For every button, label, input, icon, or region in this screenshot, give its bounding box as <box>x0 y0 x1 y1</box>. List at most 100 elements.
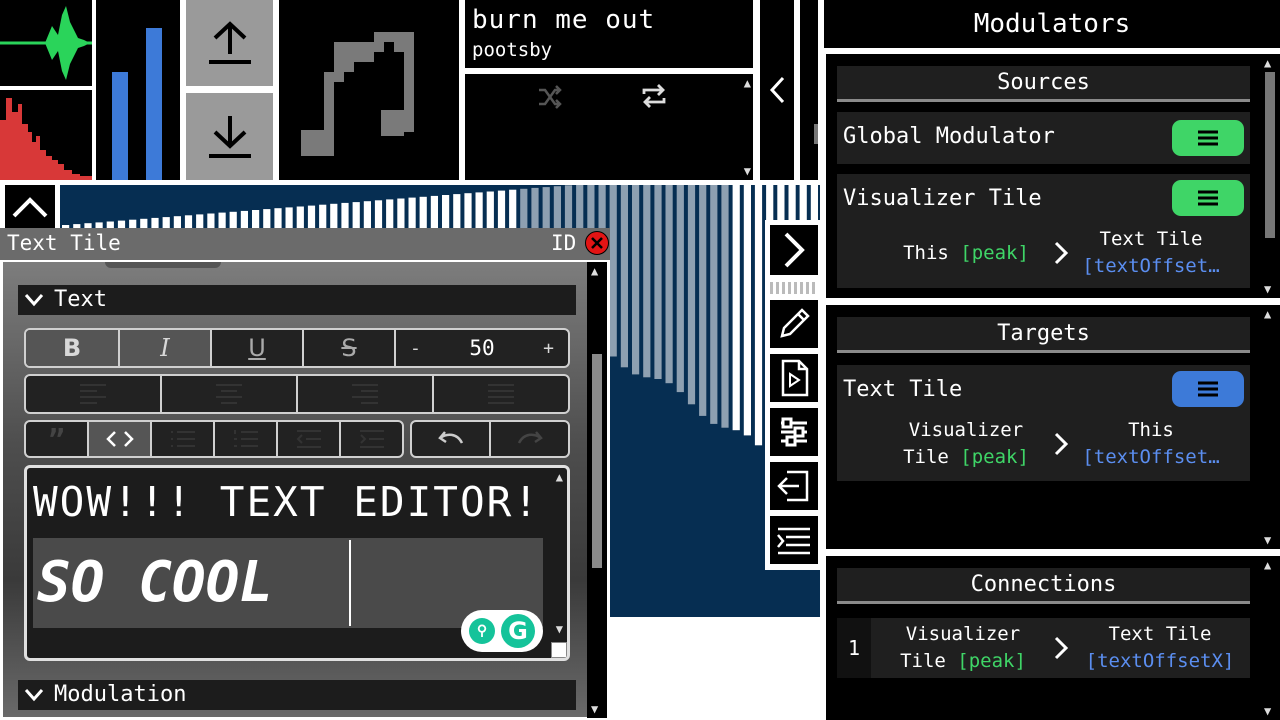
pencil-icon <box>780 308 810 338</box>
targets-section: Targets Text Tile Visualizer Tile [peak]… <box>826 305 1280 549</box>
chevron-up-icon <box>12 197 48 218</box>
indent-button[interactable] <box>341 422 402 456</box>
editor-line-1: WOW!!! TEXT EDITOR! <box>33 478 540 526</box>
align-justify-icon <box>488 384 514 404</box>
layers-button[interactable] <box>770 516 818 564</box>
connection-row[interactable]: 1 Visualizer Tile [peak] Text Tile [text… <box>837 618 1250 678</box>
align-right-icon <box>352 384 378 404</box>
connection-target: Text Tile [textOffsetX] <box>1085 623 1235 672</box>
scroll-up-button[interactable] <box>5 185 55 229</box>
block-toolbar: ” <box>24 420 404 458</box>
connections-header: Connections <box>837 568 1250 604</box>
export-button[interactable] <box>770 462 818 510</box>
rich-text-editor[interactable]: WOW!!! TEXT EDITOR! SO COOL ▲ ▼ ⚲ G <box>24 465 570 661</box>
bulb-icon: ⚲ <box>469 618 495 644</box>
code-button[interactable] <box>89 422 152 456</box>
connections-scrollbar[interactable]: ▲ ▼ <box>1260 556 1280 720</box>
visualizer-bar <box>609 185 617 357</box>
font-size-increase[interactable]: + <box>543 338 554 359</box>
align-left-button[interactable] <box>26 376 162 412</box>
visualizer-bar <box>732 185 740 431</box>
text-tile-title: Text Tile <box>7 231 121 255</box>
repeat-icon[interactable] <box>640 82 668 110</box>
level-meter-tile[interactable] <box>96 0 180 180</box>
grammarly-widget[interactable]: ⚲ G <box>461 610 543 652</box>
visualizer-bar <box>665 185 673 384</box>
sources-section: Sources Global Modulator Visualizer Tile… <box>826 54 1280 298</box>
now-playing-tile: burn me out pootsby <box>465 0 753 68</box>
visualizer-bar <box>699 185 707 416</box>
text-tile-content: Text B I U S - 50 + ” WOW!!! TEXT EDITOR… <box>3 262 585 720</box>
chevron-right-icon <box>784 232 805 268</box>
outdent-button[interactable] <box>278 422 341 456</box>
quote-button[interactable]: ” <box>26 422 89 456</box>
modulation-section-label: Modulation <box>54 682 187 707</box>
undo-button[interactable] <box>412 422 491 456</box>
shuffle-icon[interactable] <box>537 84 563 110</box>
font-size-decrease[interactable]: - <box>410 338 421 359</box>
ordered-list-button[interactable] <box>215 422 278 456</box>
visualizer-bar <box>654 185 662 379</box>
modulators-button[interactable] <box>770 408 818 456</box>
song-artist: pootsby <box>472 39 553 61</box>
arrow-right-icon <box>1054 432 1069 456</box>
close-button[interactable] <box>585 231 609 255</box>
align-left-icon <box>80 384 106 404</box>
format-toolbar: B I U S - 50 + <box>24 328 570 368</box>
target-name: Text Tile <box>843 377 963 402</box>
align-right-button[interactable] <box>298 376 434 412</box>
waveform-tile[interactable] <box>0 0 92 86</box>
text-tile-scrollbar[interactable]: ▲ ▼ <box>587 262 607 718</box>
menu-icon <box>1198 130 1218 146</box>
connections-section: Connections 1 Visualizer Tile [peak] Tex… <box>826 556 1280 720</box>
upload-button[interactable] <box>186 0 273 86</box>
redo-icon <box>517 431 543 444</box>
collapse-panel-button[interactable] <box>760 0 794 180</box>
text-section-label: Text <box>54 287 107 312</box>
align-center-button[interactable] <box>162 376 298 412</box>
chevron-down-icon <box>24 689 44 702</box>
history-toolbar <box>410 420 570 458</box>
targets-scrollbar[interactable]: ▲ ▼ <box>1260 305 1280 549</box>
underline-button[interactable]: U <box>212 330 304 366</box>
album-art-tile[interactable] <box>279 0 459 180</box>
play-file-button[interactable] <box>770 354 818 402</box>
edit-button[interactable] <box>770 300 818 348</box>
bullet-list-button[interactable] <box>152 422 215 456</box>
font-size-stepper[interactable]: - 50 + <box>396 330 568 366</box>
connection-index: 1 <box>837 618 871 678</box>
menu-icon <box>1198 381 1218 397</box>
bold-button[interactable]: B <box>26 330 120 366</box>
spectrum-tile[interactable] <box>0 90 92 180</box>
redo-button[interactable] <box>491 422 568 456</box>
target-row[interactable]: Text Tile Visualizer Tile [peak] This [t… <box>837 365 1250 481</box>
modulators-panel: Modulators Sources Global Modulator Visu… <box>824 0 1280 720</box>
close-icon <box>591 237 603 249</box>
alignment-toolbar <box>24 374 570 414</box>
align-justify-button[interactable] <box>434 376 568 412</box>
text-tile-titlebar[interactable]: Text Tile ID <box>0 228 610 260</box>
mapping-source: This [peak] <box>903 242 1029 264</box>
font-size-value: 50 <box>469 336 495 360</box>
text-section-header[interactable]: Text <box>18 285 576 315</box>
resize-handle[interactable] <box>551 642 567 658</box>
playback-controls: ▲ ▼ <box>465 74 753 180</box>
id-label[interactable]: ID <box>551 228 576 258</box>
source-row[interactable]: Global Modulator <box>837 112 1250 164</box>
sources-scrollbar[interactable]: ▲ ▼ <box>1260 54 1280 298</box>
outdent-icon <box>296 430 321 448</box>
modulation-section-header[interactable]: Modulation <box>18 680 576 710</box>
source-menu-button[interactable] <box>1172 180 1244 216</box>
source-row[interactable]: Visualizer Tile This [peak] Text Tile [t… <box>837 174 1250 288</box>
editor-line-2: SO COOL <box>37 550 274 615</box>
italic-button[interactable]: I <box>120 330 212 366</box>
source-menu-button[interactable] <box>1172 120 1244 156</box>
next-button[interactable] <box>770 225 818 275</box>
download-button[interactable] <box>186 93 273 180</box>
arrow-right-icon <box>1054 241 1069 265</box>
list-icon <box>777 527 810 555</box>
target-menu-button[interactable] <box>1172 371 1244 407</box>
ordered-list-icon <box>233 430 258 447</box>
strikethrough-button[interactable]: S <box>304 330 396 366</box>
source-name: Global Modulator <box>843 124 1055 149</box>
